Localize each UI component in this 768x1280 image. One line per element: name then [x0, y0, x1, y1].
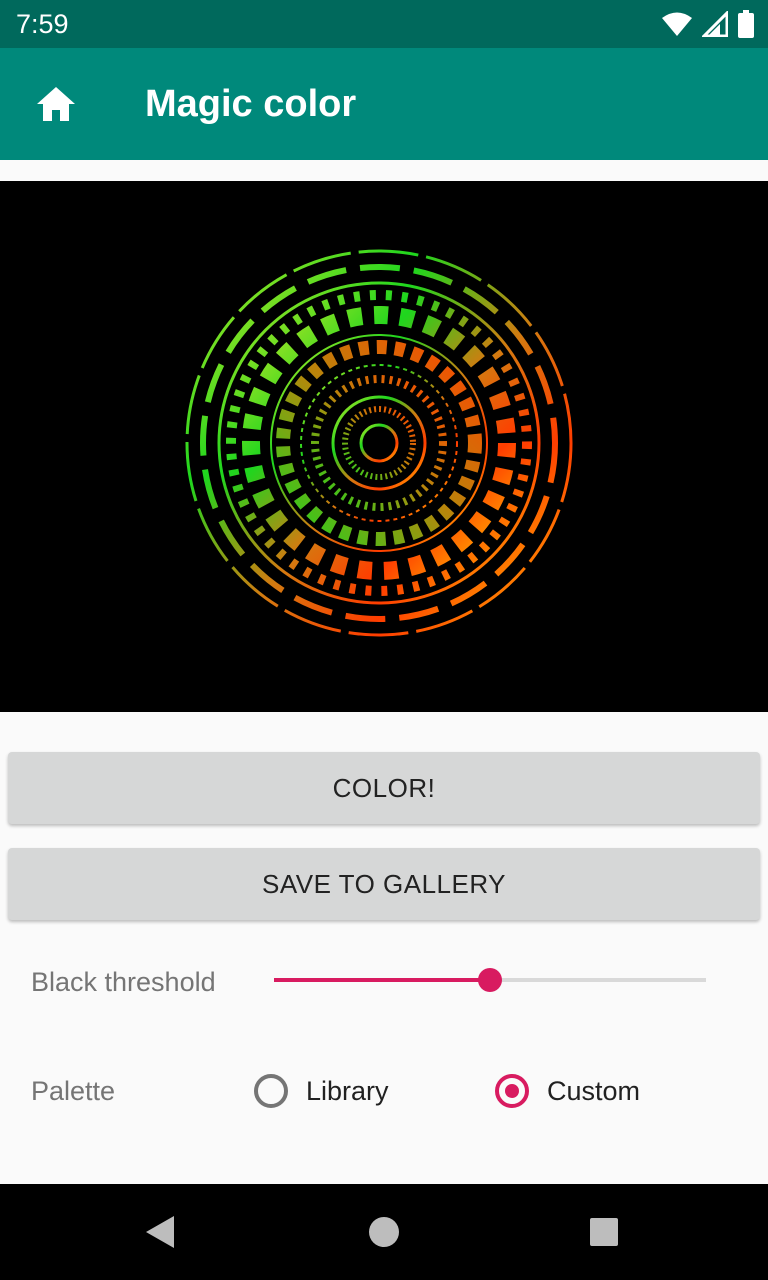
slider-fill [274, 978, 490, 982]
back-button[interactable] [136, 1208, 184, 1256]
color-button[interactable]: COLOR! [8, 752, 760, 824]
save-to-gallery-button[interactable]: SAVE TO GALLERY [8, 848, 760, 920]
mandala-image [185, 249, 573, 637]
home-circle-icon [369, 1217, 399, 1247]
home-nav-button[interactable] [360, 1208, 408, 1256]
battery-icon [738, 10, 754, 38]
home-icon [37, 87, 75, 121]
radio-custom[interactable]: Custom [495, 1068, 640, 1114]
radio-library[interactable]: Library [254, 1068, 389, 1114]
wifi-icon [662, 12, 692, 36]
recents-icon [590, 1218, 618, 1246]
app-bar: Magic color [0, 48, 768, 160]
radio-button-library[interactable] [254, 1074, 288, 1108]
home-button[interactable] [20, 68, 92, 140]
status-time: 7:59 [16, 9, 69, 39]
radio-label-library: Library [306, 1075, 389, 1106]
palette-label: Palette [31, 1076, 116, 1106]
slider-thumb[interactable] [478, 968, 502, 992]
threshold-label: Black threshold [31, 967, 216, 997]
recents-button[interactable] [580, 1208, 628, 1256]
threshold-slider[interactable] [274, 960, 706, 1000]
status-bar: 7:59 [0, 0, 768, 48]
app-title: Magic color [145, 83, 357, 125]
back-icon [146, 1216, 174, 1248]
signal-icon [702, 11, 728, 37]
radio-button-custom[interactable] [495, 1074, 529, 1108]
navigation-bar [0, 1184, 768, 1280]
radio-label-custom: Custom [547, 1075, 641, 1106]
status-icons [662, 10, 754, 38]
